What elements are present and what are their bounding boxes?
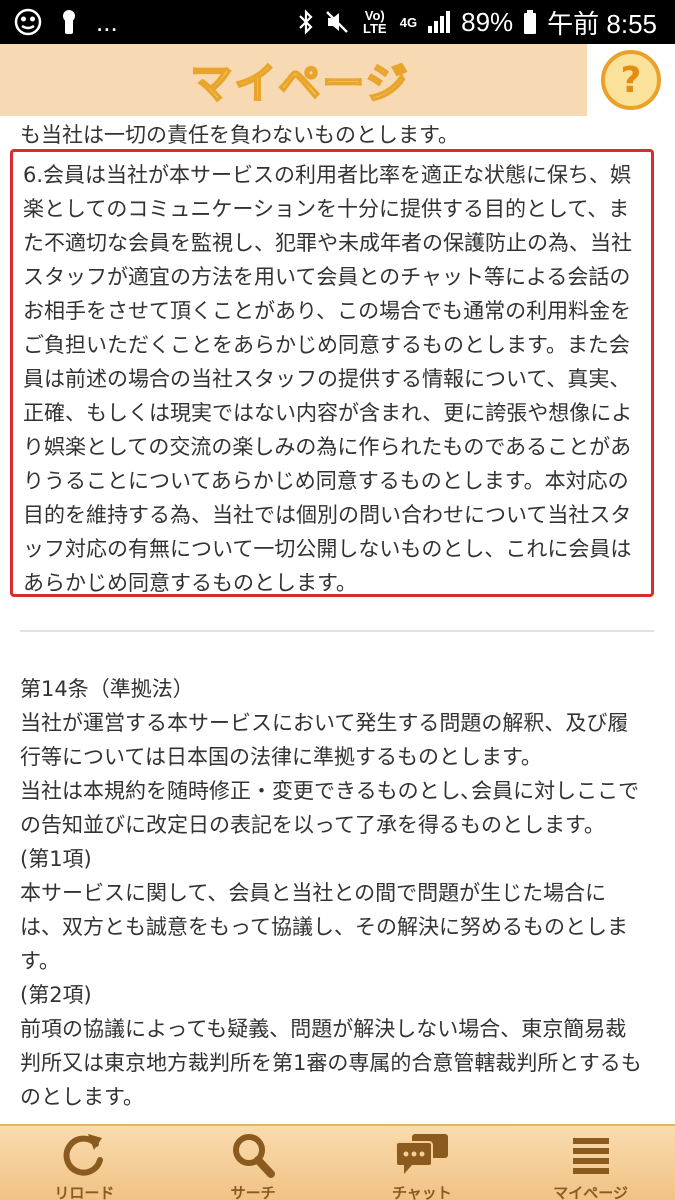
clause-line: 楽としてのコミュニケーションを十分に提供する目的として、ま bbox=[23, 197, 630, 221]
clause-line: ッフ対応の有無について一切公開しないものとし、これに会員は bbox=[23, 537, 632, 561]
article-line: の告知並びに改定日の表記を以って了承を得るものとします。 bbox=[20, 813, 605, 837]
clause-line: 正確、もしくは現実ではない内容が含まれ、更に誇張や想像によ bbox=[23, 401, 633, 425]
tab-label: リロード bbox=[54, 1184, 115, 1200]
chat-icon bbox=[392, 1130, 452, 1182]
article-line: 当社が運営する本サービスにおいて発生する問題の解釈、及び履 bbox=[20, 711, 629, 735]
help-button-area: ? bbox=[587, 44, 675, 116]
article-line: 前項の協議によっても疑義、問題が解決しない場合、東京簡易裁 bbox=[20, 1017, 627, 1041]
mute-icon bbox=[324, 9, 350, 35]
tab-label: サーチ bbox=[230, 1184, 276, 1200]
search-icon bbox=[227, 1130, 279, 1182]
signal-icon bbox=[427, 10, 451, 34]
article-line: 判所又は東京地方裁判所を第1審の専属的合意管轄裁判所とするも bbox=[20, 1051, 642, 1075]
article-14: 第14条（準拠法） 当社が運営する本サービスにおいて発生する問題の解釈、及び履 … bbox=[20, 672, 642, 1114]
list-icon bbox=[565, 1130, 617, 1182]
previous-paragraph-line: も当社は一切の責任を負わないものとします。 bbox=[20, 123, 459, 147]
tab-mypage[interactable]: マイページ bbox=[506, 1126, 675, 1200]
clause-line: 6.会員は当社が本サービスの利用者比率を適正な状態に保ち、娯 bbox=[23, 163, 632, 187]
clause-line: た不適切な会員を監視し、犯罪や未成年者の保護防止の為、当社 bbox=[23, 231, 632, 255]
volte-indicator: Vo) LTE bbox=[362, 8, 387, 36]
clause-line: スタッフが適宜の方法を用いて会員とのチャット等による会話の bbox=[23, 265, 631, 289]
status-bar: ... Vo) LTE 4G 89% 午前 8:55 bbox=[0, 0, 675, 44]
app-header: マイページ ? bbox=[0, 44, 675, 116]
clause-line: 員は前述の場合の当社スタッフの提供する情報について、真実、 bbox=[23, 367, 631, 391]
article-heading: 第14条（準拠法） bbox=[20, 677, 194, 701]
tab-label: チャット bbox=[391, 1184, 452, 1200]
article-line: 本サービスに関して、会員と当社との間で問題が生じた場合に bbox=[20, 881, 607, 905]
keyhole-icon bbox=[60, 8, 78, 36]
article-subheading: (第2項) bbox=[20, 983, 92, 1007]
tab-label: マイページ bbox=[553, 1184, 628, 1200]
battery-icon bbox=[523, 9, 537, 35]
clause-line: お相手をさせて頂くことがあり、この場合でも通常の利用料金を bbox=[23, 299, 632, 323]
section-divider bbox=[20, 630, 654, 632]
clause-line: 目的を維持する為、当社では個別の問い合わせについて当社スタ bbox=[23, 503, 632, 527]
tab-search[interactable]: サーチ bbox=[169, 1126, 338, 1200]
app-notification-icon bbox=[14, 8, 42, 36]
network-type: 4G bbox=[399, 14, 418, 30]
bottom-tab-bar: リロード サーチ チャット マイページ bbox=[0, 1124, 675, 1200]
clock: 午前 8:55 bbox=[547, 8, 657, 39]
article-line: す。 bbox=[20, 949, 60, 973]
tab-reload[interactable]: リロード bbox=[0, 1126, 169, 1200]
terms-content[interactable]: も当社は一切の責任を負わないものとします。 6.会員は当社が本サービスの利用者比… bbox=[0, 116, 675, 1124]
article-line: 行等については日本国の法律に準拠するものとします。 bbox=[20, 745, 542, 769]
battery-percent: 89% bbox=[461, 6, 514, 37]
article-line: のとします。 bbox=[20, 1085, 144, 1109]
article-subheading: (第1項) bbox=[20, 847, 92, 871]
article-line: 当社は本規約を随時修正・変更できるものとし､会員に対しここで bbox=[20, 779, 640, 803]
help-button[interactable]: ? bbox=[601, 50, 661, 110]
more-notifications: ... bbox=[96, 6, 118, 37]
article-line: は、双方とも誠意をもって協議し、その解決に努めるものとしま bbox=[20, 915, 628, 939]
reload-icon bbox=[58, 1130, 110, 1182]
page-title: マイページ bbox=[189, 58, 410, 109]
clause-line: りうることについてあらかじめ同意するものとします。本対応の bbox=[23, 469, 629, 493]
clause-line: り娯楽としての交流の楽しみの為に作られたものであることがあ bbox=[23, 435, 632, 459]
clause-line: ご負担いただくことをあらかじめ同意するものとします。また会 bbox=[23, 333, 630, 357]
bluetooth-icon bbox=[298, 9, 314, 35]
highlighted-clause: 6.会員は当社が本サービスの利用者比率を適正な状態に保ち、娯 楽としてのコミュニ… bbox=[10, 149, 654, 597]
clause-line: あらかじめ同意するものとします。 bbox=[23, 571, 357, 595]
tab-chat[interactable]: チャット bbox=[338, 1126, 507, 1200]
